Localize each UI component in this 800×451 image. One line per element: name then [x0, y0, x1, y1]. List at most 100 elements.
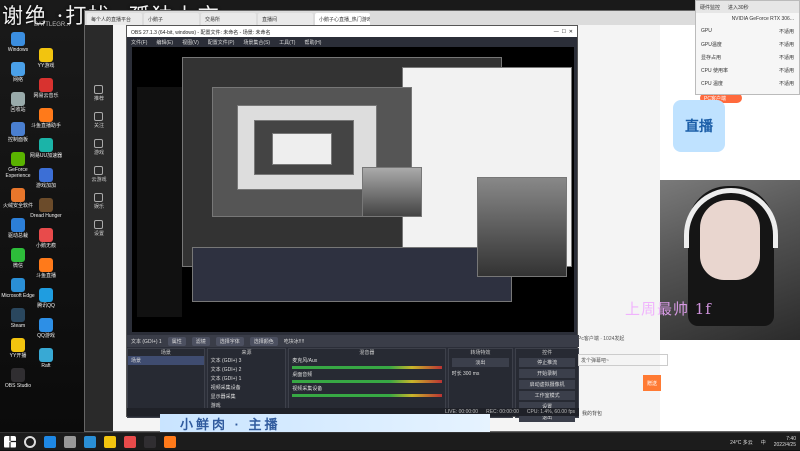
- browser-tab[interactable]: 小鹅子: [144, 13, 199, 25]
- window-controls[interactable]: — ☐ ✕: [554, 29, 573, 35]
- hw-tab-monitor[interactable]: 硬件监控: [700, 4, 720, 11]
- desktop-icon-label: 斗鱼直播: [35, 273, 56, 279]
- control-button[interactable]: 启动虚拟摄像机: [519, 380, 575, 389]
- windows-start-icon[interactable]: [4, 435, 16, 448]
- app-icon: [39, 288, 53, 302]
- desktop-icon[interactable]: QQ游戏: [28, 318, 64, 339]
- browser-tab[interactable]: 直播间: [258, 13, 313, 25]
- desktop-icon-label: 网络: [12, 77, 23, 83]
- desktop-icon[interactable]: 网易云音乐: [28, 78, 64, 99]
- taskbar-app-icon[interactable]: [164, 435, 176, 448]
- cpu-status: CPU: 1.4%, 60.00 fps: [526, 409, 575, 415]
- app-icon: [11, 32, 25, 46]
- desktop-icon[interactable]: 斗鱼直播: [28, 258, 64, 279]
- sidebar-item[interactable]: 设置: [94, 220, 104, 237]
- duration-input[interactable]: 300 ms: [463, 371, 479, 377]
- desktop-icon[interactable]: 游戏加加: [28, 168, 64, 189]
- taskbar-app-icon[interactable]: [44, 435, 56, 448]
- desktop-icon-label: QQ游戏: [37, 333, 55, 339]
- desktop-icon-label: YY开播: [9, 353, 27, 359]
- browser-tab[interactable]: 每个人的直播平台: [87, 13, 142, 25]
- select-font-button[interactable]: 选择字体: [215, 336, 244, 346]
- sidebar-item[interactable]: 关注: [94, 112, 104, 129]
- obs-menu-item[interactable]: 帮助(H): [304, 39, 321, 46]
- volume-meter[interactable]: [292, 366, 442, 369]
- taskbar-app-icon[interactable]: [64, 435, 76, 448]
- desktop-icon[interactable]: Dread Hunger: [28, 198, 64, 219]
- sidebar-item-label: 娱乐: [93, 204, 104, 210]
- chat-area: Pc客户端 · 1024发起 发个弹幕吧~: [578, 335, 668, 366]
- source-item[interactable]: 显示器采集: [208, 392, 286, 401]
- promo-ad[interactable]: 直播: [673, 100, 725, 152]
- desktop-icon[interactable]: 小鹅无痕: [28, 228, 64, 249]
- danmaku-input[interactable]: 发个弹幕吧~: [578, 354, 668, 366]
- my-backpack-link[interactable]: 我的背包: [582, 410, 602, 417]
- hw-key: CPU 温度: [701, 81, 723, 87]
- stream-overlay-text: 上周最帅 1f: [625, 300, 712, 318]
- taskbar-app-icon[interactable]: [84, 435, 96, 448]
- obs-menu-item[interactable]: 场景集合(S): [243, 39, 270, 46]
- hw-value: 不适用: [778, 68, 794, 74]
- wallpaper-sub: BATTLEGR...: [34, 22, 71, 28]
- app-icon: [39, 258, 53, 272]
- taskbar-app-icon[interactable]: [104, 435, 116, 448]
- obs-menu-item[interactable]: 配置文件(P): [208, 39, 235, 46]
- rec-status: REC: 00:00:00: [486, 409, 519, 415]
- volume-meter[interactable]: [292, 394, 442, 397]
- app-icon: [11, 62, 25, 76]
- ime-indicator[interactable]: 中: [761, 439, 766, 446]
- sidebar-item[interactable]: 娱乐: [94, 193, 104, 210]
- send-button[interactable]: 赠送: [643, 375, 661, 391]
- weather[interactable]: 24°C 多云: [730, 439, 753, 446]
- app-icon: [11, 92, 25, 106]
- desktop-icon[interactable]: YY游戏: [28, 48, 64, 69]
- desktop-icon[interactable]: Raft: [28, 348, 64, 369]
- browser-tab[interactable]: 交易所: [201, 13, 256, 25]
- source-item[interactable]: 文本 (GDI+) 2: [208, 365, 286, 374]
- source-item[interactable]: 文本 (GDI+) 3: [208, 356, 286, 365]
- source-item[interactable]: 文本 (GDI+) 1: [208, 374, 286, 383]
- obs-menu-item[interactable]: 编辑(E): [156, 39, 173, 46]
- select-color-button[interactable]: 选择颜色: [249, 336, 278, 346]
- sources-title: 来源: [241, 350, 252, 356]
- hw-key: CPU 使用率: [701, 68, 728, 74]
- desktop-icon-label: 网易云音乐: [33, 93, 59, 99]
- desktop-icon[interactable]: 斗鱼直播助手: [28, 108, 64, 129]
- obs-menu-item[interactable]: 文件(F): [131, 39, 147, 46]
- app-icon: [11, 278, 25, 292]
- source-item[interactable]: 视频采集设备: [208, 383, 286, 392]
- transition-select[interactable]: 淡出: [451, 358, 510, 367]
- scene-item[interactable]: 场景: [128, 356, 204, 365]
- taskbar-app-icon[interactable]: [124, 435, 136, 448]
- sidebar-item[interactable]: 推荐: [94, 85, 104, 102]
- control-button[interactable]: 停止推流: [519, 358, 575, 367]
- app-icon: [39, 138, 53, 152]
- desktop-icon[interactable]: 腾讯QQ: [28, 288, 64, 309]
- hw-value: 不适用: [778, 42, 794, 48]
- browser-tab[interactable]: 小鹅子心直播_热门游戏直: [315, 13, 370, 25]
- browser-sidebar: 推荐关注游戏云游戏娱乐设置: [85, 25, 113, 431]
- control-button[interactable]: 开始录制: [519, 369, 575, 378]
- sidebar-item[interactable]: 游戏: [94, 139, 104, 156]
- obs-preview[interactable]: [132, 47, 574, 332]
- properties-button[interactable]: 属性: [167, 336, 186, 346]
- filters-button[interactable]: 滤镜: [191, 336, 210, 346]
- taskbar-app-icon[interactable]: [144, 435, 156, 448]
- mixer-channel-label: 麦克风/Aux: [292, 358, 318, 364]
- sidebar-item[interactable]: 云游戏: [91, 166, 107, 183]
- sidebar-icon: [94, 193, 104, 202]
- obs-window: OBS 27.1.3 (64-bit, windows) - 配置文件: 未命名…: [126, 25, 579, 422]
- desktop-icon[interactable]: 网易UU加速器: [28, 138, 64, 159]
- hw-tab-interval[interactable]: 进入30秒: [728, 4, 749, 11]
- search-icon[interactable]: [24, 435, 36, 448]
- volume-meter[interactable]: [292, 380, 442, 383]
- mixer-channel-label: 桌面音频: [292, 372, 313, 378]
- control-button[interactable]: 工作室模式: [519, 391, 575, 400]
- obs-menu-item[interactable]: 工具(T): [279, 39, 295, 46]
- clock[interactable]: 7:40 2022/4/25: [774, 436, 796, 448]
- obs-menu-item[interactable]: 视图(V): [182, 39, 199, 46]
- app-icon: [11, 338, 25, 352]
- desktop-icon[interactable]: OBS Studio: [0, 368, 36, 389]
- sidebar-item-label: 游戏: [93, 150, 104, 156]
- hw-row: CPU 使用率 不适用: [696, 64, 799, 77]
